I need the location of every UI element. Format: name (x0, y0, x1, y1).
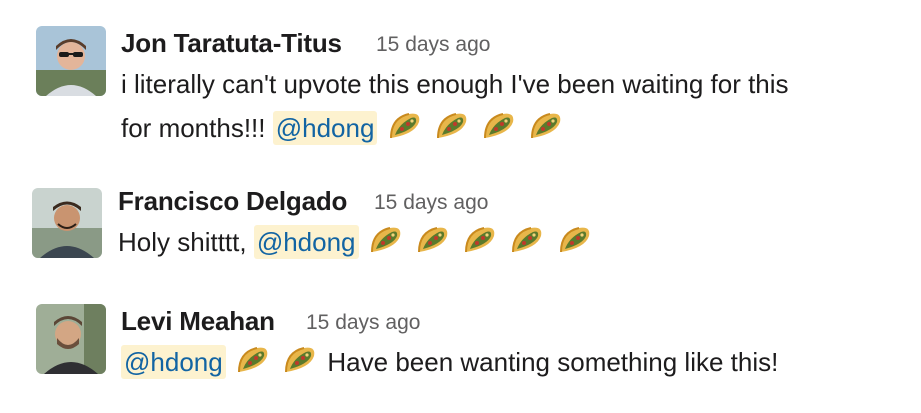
taco-icon (557, 222, 593, 258)
avatar-photo (36, 26, 106, 96)
avatar-francisco[interactable] (32, 188, 102, 258)
timestamp[interactable]: 15 days ago (376, 33, 490, 57)
message-body: Holy shitttt, (118, 227, 247, 257)
timestamp[interactable]: 15 days ago (306, 311, 420, 335)
taco-icon (434, 108, 470, 144)
timestamp[interactable]: 15 days ago (374, 191, 488, 215)
taco-icon (368, 222, 404, 258)
avatar-jon[interactable] (36, 26, 106, 96)
author-name[interactable]: Jon Taratuta-Titus (121, 28, 342, 59)
avatar-photo (32, 188, 102, 258)
message-line-2: for months!!! (121, 113, 266, 143)
taco-row (385, 113, 567, 143)
message-line-1: i literally can't upvote this enough I'v… (121, 69, 789, 99)
message-text: @hdong Have been wanting something like … (121, 340, 778, 384)
taco-row (233, 347, 327, 377)
author-name[interactable]: Levi Meahan (121, 306, 275, 337)
taco-icon (235, 342, 271, 378)
avatar-photo (36, 304, 106, 374)
message-jon: Jon Taratuta-Titus 15 days ago i literal… (0, 0, 921, 160)
taco-icon (509, 222, 545, 258)
taco-icon (462, 222, 498, 258)
avatar-levi[interactable] (36, 304, 106, 374)
taco-icon (415, 222, 451, 258)
message-text: i literally can't upvote this enough I'v… (121, 62, 789, 106)
taco-row (366, 227, 595, 257)
author-name[interactable]: Francisco Delgado (118, 186, 347, 217)
taco-icon (282, 342, 318, 378)
mention-hdong[interactable]: @hdong (121, 345, 226, 379)
mention-hdong[interactable]: @hdong (272, 111, 378, 145)
message-text: Holy shitttt, @hdong (118, 220, 595, 264)
mention-hdong[interactable]: @hdong (253, 225, 359, 259)
message-body: Have been wanting something like this! (327, 347, 779, 377)
message-levi: Levi Meahan 15 days ago @hdong Have been… (0, 290, 921, 410)
message-text-line-2: for months!!! @hdong (121, 106, 566, 150)
taco-icon (481, 108, 517, 144)
taco-icon (528, 108, 564, 144)
message-francisco: Francisco Delgado 15 days ago Holy shitt… (0, 170, 921, 280)
taco-icon (387, 108, 423, 144)
